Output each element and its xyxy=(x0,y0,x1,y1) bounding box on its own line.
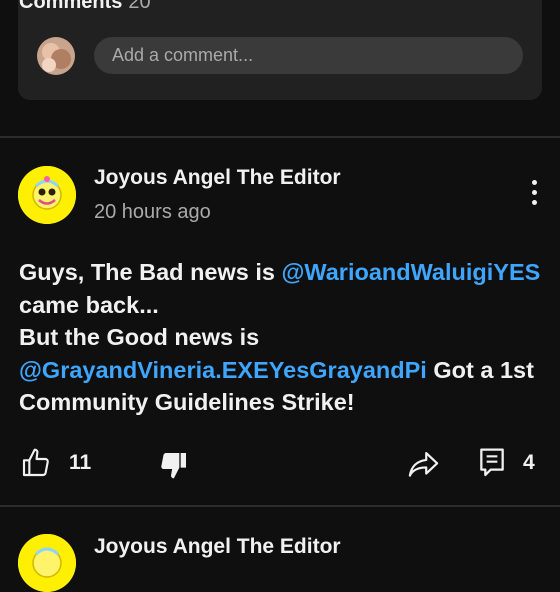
comment-count: 4 xyxy=(523,451,535,474)
add-comment-placeholder: Add a comment... xyxy=(112,45,254,65)
comments-count: 20 xyxy=(128,0,151,13)
more-options-icon[interactable] xyxy=(524,180,544,210)
share-icon[interactable] xyxy=(407,449,440,479)
author-name[interactable]: Joyous Angel The Editor xyxy=(94,535,341,559)
post-time: 20 hours ago xyxy=(94,201,211,223)
like-icon[interactable] xyxy=(20,447,52,479)
current-user-avatar[interactable] xyxy=(37,37,75,75)
author-name[interactable]: Joyous Angel The Editor xyxy=(94,166,341,190)
post-text-part: Guys, The Bad news is xyxy=(19,259,282,285)
like-count: 11 xyxy=(69,451,92,474)
add-comment-input[interactable]: Add a comment... xyxy=(94,37,523,74)
mention-link[interactable]: @GrayandVineria.EXEYesGrayandPi xyxy=(19,357,427,383)
author-avatar[interactable] xyxy=(18,534,76,592)
dislike-icon[interactable] xyxy=(158,449,190,481)
post-text-part: But the Good news is xyxy=(19,324,260,350)
comment-icon[interactable] xyxy=(478,447,506,479)
divider xyxy=(0,505,560,507)
mention-link[interactable]: @WarioandWaluigiYES xyxy=(282,259,541,285)
divider xyxy=(0,136,560,138)
comments-header[interactable]: Comments 20 xyxy=(19,0,151,14)
post-text-part: came back... xyxy=(19,291,159,318)
comments-title: Comments xyxy=(19,0,123,13)
post-body: Guys, The Bad news is @WarioandWaluigiYE… xyxy=(19,256,549,419)
author-avatar[interactable] xyxy=(18,166,76,224)
